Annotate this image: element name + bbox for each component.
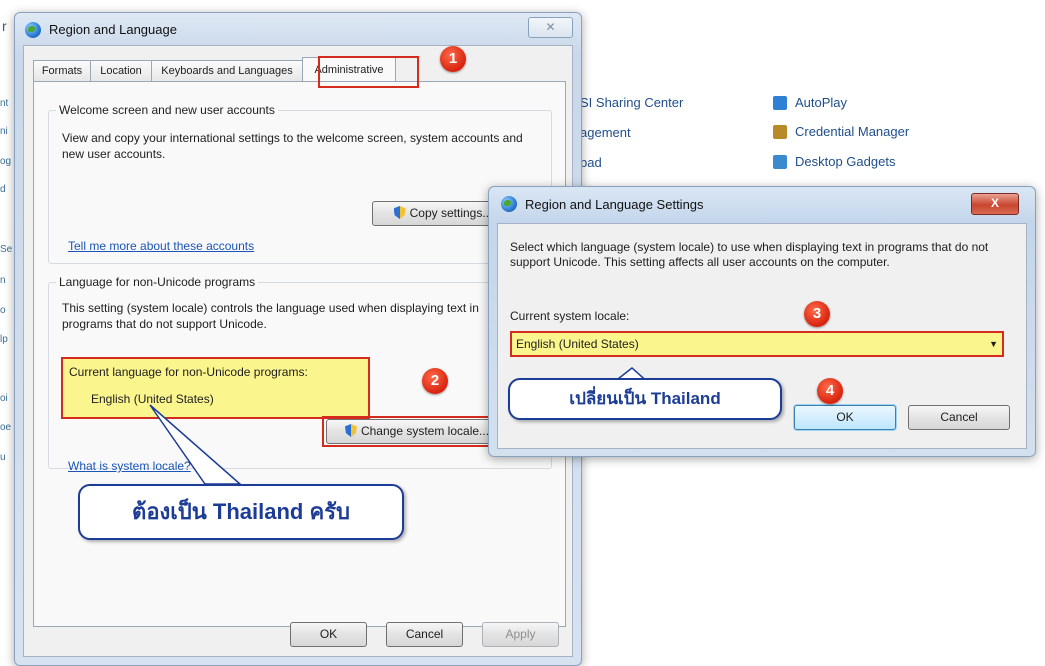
callout-must-be-thailand: ต้องเป็น Thailand ครับ xyxy=(78,484,404,540)
callout-pointers xyxy=(149,367,662,485)
callout-change-to-thailand: เปลี่ยนเป็น Thailand xyxy=(508,378,782,420)
